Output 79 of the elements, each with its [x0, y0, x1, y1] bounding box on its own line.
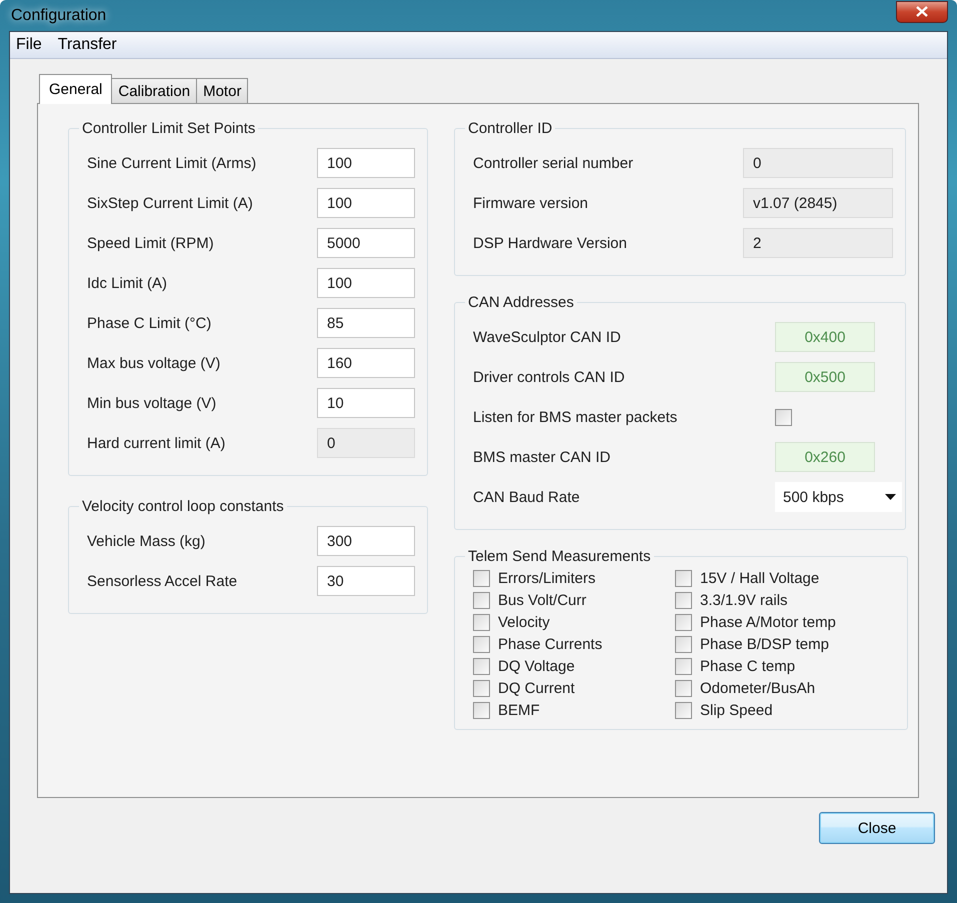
input-field[interactable]: 0 [743, 148, 893, 178]
input-field[interactable]: 300 [317, 526, 415, 556]
baud-rate-dropdown[interactable]: 500 kbps [775, 482, 902, 512]
menu-item[interactable]: Transfer [58, 36, 117, 54]
window-title: Configuration [10, 6, 106, 24]
group-title: Velocity control loop constants [81, 498, 285, 515]
tab[interactable]: Motor [196, 78, 248, 104]
caret-icon [885, 494, 896, 500]
input-field[interactable]: 10 [317, 388, 415, 418]
checkbox[interactable] [473, 614, 490, 630]
field-label: SixStep Current Limit (A) [87, 194, 253, 212]
field-label: CAN Baud Rate [473, 488, 580, 506]
checkbox[interactable] [473, 636, 490, 652]
close-dialog-button[interactable]: Close [819, 812, 935, 844]
checkbox-label: DQ Current [498, 680, 575, 696]
field-label: Phase C Limit (°C) [87, 314, 212, 332]
checkbox-label: Odometer/BusAh [700, 680, 816, 696]
close-button[interactable] [896, 0, 948, 22]
group-title: Telem Send Measurements [467, 548, 652, 565]
field-label: WaveSculptor CAN ID [473, 328, 621, 346]
close-icon [916, 6, 928, 17]
input-field[interactable]: 100 [317, 148, 415, 178]
checkbox-label: Phase B/DSP temp [700, 636, 829, 652]
field-label: Sensorless Accel Rate [87, 572, 238, 590]
input-field[interactable]: 2 [743, 228, 893, 258]
field-label: Min bus voltage (V) [87, 394, 216, 412]
field-label: Firmware version [473, 194, 588, 212]
checkbox[interactable] [675, 570, 692, 586]
checkbox-label: Phase Currents [498, 636, 602, 652]
input-field[interactable]: 0x500 [775, 362, 875, 392]
checkbox[interactable] [675, 636, 692, 652]
checkbox-label: Errors/Limiters [498, 570, 596, 586]
checkbox[interactable] [675, 592, 692, 608]
field-label: Speed Limit (RPM) [87, 234, 214, 252]
checkbox[interactable] [775, 408, 792, 426]
field-label: Hard current limit (A) [87, 434, 226, 452]
field-label: Sine Current Limit (Arms) [87, 154, 256, 172]
checkbox[interactable] [675, 680, 692, 696]
input-field[interactable]: 85 [317, 308, 415, 338]
input-field[interactable]: 100 [317, 268, 415, 298]
checkbox[interactable] [473, 592, 490, 608]
checkbox-label: BEMF [498, 702, 540, 718]
checkbox-label: Velocity [498, 614, 550, 630]
group-title: Controller ID [467, 120, 554, 137]
checkbox-label: 15V / Hall Voltage [700, 570, 820, 586]
tab[interactable]: General [39, 74, 112, 104]
checkbox-label: DQ Voltage [498, 658, 575, 674]
checkbox-label: Bus Volt/Curr [498, 592, 586, 608]
checkbox[interactable] [675, 614, 692, 630]
field-label: Driver controls CAN ID [473, 368, 625, 386]
group-title: Controller Limit Set Points [81, 120, 256, 137]
checkbox[interactable] [473, 658, 490, 674]
input-field[interactable]: 0x400 [775, 322, 875, 352]
input-field[interactable]: 0x260 [775, 442, 875, 472]
checkbox-label: Slip Speed [700, 702, 773, 718]
menu-item[interactable]: File [16, 36, 42, 54]
checkbox[interactable] [675, 658, 692, 674]
field-label: Vehicle Mass (kg) [87, 532, 206, 550]
checkbox[interactable] [675, 702, 692, 718]
checkbox[interactable] [473, 680, 490, 696]
field-label: BMS master CAN ID [473, 448, 611, 466]
checkbox[interactable] [473, 702, 490, 718]
field-label: DSP Hardware Version [473, 234, 627, 252]
field-label: Max bus voltage (V) [87, 354, 220, 372]
field-label: Listen for BMS master packets [473, 408, 678, 426]
field-label: Idc Limit (A) [87, 274, 168, 292]
tab[interactable]: Calibration [111, 78, 198, 104]
checkbox-label: Phase A/Motor temp [700, 614, 836, 630]
group-title: CAN Addresses [467, 294, 575, 311]
input-field[interactable]: 5000 [317, 228, 415, 258]
input-field[interactable]: 100 [317, 188, 415, 218]
checkbox-label: Phase C temp [700, 658, 796, 674]
input-field[interactable]: 30 [317, 566, 415, 596]
checkbox[interactable] [473, 570, 490, 586]
input-field[interactable]: 0 [317, 428, 415, 458]
checkbox-label: 3.3/1.9V rails [700, 592, 788, 608]
input-field[interactable]: 160 [317, 348, 415, 378]
input-field[interactable]: v1.07 (2845) [743, 188, 893, 218]
field-label: Controller serial number [473, 154, 634, 172]
